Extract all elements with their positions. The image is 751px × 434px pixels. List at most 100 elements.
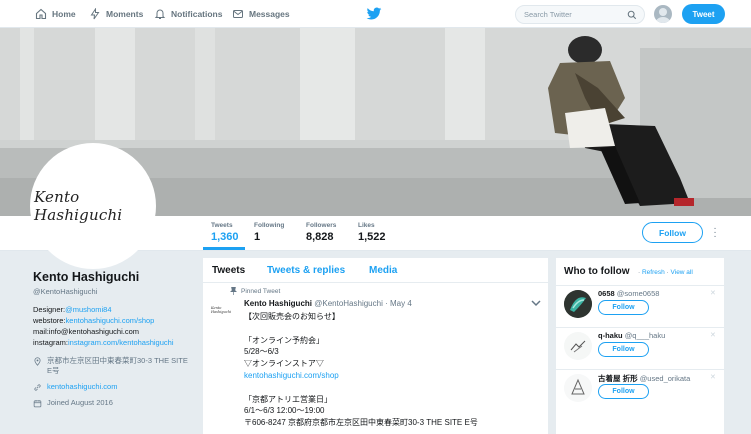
stat-value: 8,828: [306, 231, 334, 243]
tweet-line: 「オンライン予約会」: [244, 335, 324, 345]
suggestion-display-name: 古着屋 折形: [598, 374, 638, 383]
home-icon: [35, 8, 47, 20]
suggestion-follow-button[interactable]: Follow: [598, 300, 649, 315]
pinned-label: Pinned Tweet: [241, 288, 281, 295]
tab-media[interactable]: Media: [369, 265, 397, 276]
tweet-line: 6/1〜6/3 12:00〜19:00: [244, 406, 325, 416]
suggestion-handle: @some0658: [616, 289, 660, 298]
tweet-link[interactable]: kentohashiguchi.com/shop: [244, 371, 339, 380]
refresh-link[interactable]: Refresh: [642, 269, 665, 276]
bio-designer-link[interactable]: @mushomi84: [65, 305, 111, 314]
nav-notifications-label: Notifications: [171, 9, 223, 19]
nav-home[interactable]: Home: [35, 0, 76, 28]
location-text: 京都市左京区田中東春菜町30-3 THE SITE E号: [47, 356, 188, 375]
nav-messages[interactable]: Messages: [232, 0, 290, 28]
timeline-tabs: Tweets Tweets & replies Media: [203, 258, 548, 283]
stat-value: 1,522: [358, 231, 386, 243]
profile-avatar-text: Kento Hashiguchi: [34, 188, 123, 224]
suggestion-name[interactable]: 古着屋 折形 @used_orikata: [598, 373, 690, 384]
profile-card: Kento Hashiguchi @KentoHashiguchi Design…: [33, 270, 193, 408]
suggestion-item: 0658 @some0658 Follow ✕: [556, 285, 724, 327]
suggestion-follow-button[interactable]: Follow: [598, 384, 649, 399]
suggestion-item: q-haku @q___haku Follow ✕: [556, 327, 724, 369]
timeline: Tweets Tweets & replies Media Pinned Twe…: [203, 258, 548, 434]
tweet-avatar[interactable]: Kento Hashiguchi: [211, 306, 239, 316]
bell-icon: [154, 9, 166, 19]
calendar-icon: [33, 400, 42, 408]
bio-mail-prefix: mail:: [33, 327, 49, 336]
who-to-follow-title: Who to follow: [564, 266, 630, 277]
tweet-header: Kento Hashiguchi @KentoHashiguchi · May …: [244, 299, 412, 308]
tab-tweets[interactable]: Tweets: [212, 265, 245, 276]
nav-messages-label: Messages: [249, 9, 290, 19]
pin-icon: [230, 287, 237, 295]
active-stat-indicator: [203, 247, 245, 250]
joined-text: Joined August 2016: [47, 398, 113, 407]
suggestion-avatar[interactable]: [564, 290, 592, 318]
tweet-line: 〒606-8247 京都府京都市左京区田中東春菜町30-3 THE SITE E…: [244, 418, 478, 428]
search-input[interactable]: Search Twitter: [515, 5, 645, 24]
profile-name[interactable]: Kento Hashiguchi: [33, 270, 193, 284]
stat-label: Following: [254, 222, 285, 229]
who-to-follow-links: · Refresh · View all: [638, 269, 693, 276]
suggestion-avatar[interactable]: [564, 374, 592, 402]
dismiss-icon[interactable]: ✕: [710, 373, 716, 381]
suggestion-item: 古着屋 折形 @used_orikata Follow ✕: [556, 369, 724, 411]
nav-moments-label: Moments: [106, 9, 144, 19]
profile-avatar[interactable]: Kento Hashiguchi: [30, 143, 156, 269]
suggestion-handle: @used_orikata: [639, 374, 691, 383]
stat-followers[interactable]: Followers 8,828: [306, 222, 336, 243]
stat-tweets[interactable]: Tweets 1,360: [211, 222, 239, 243]
more-options-icon[interactable]: · · ·: [712, 224, 718, 242]
stat-value: 1: [254, 231, 261, 243]
compose-tweet-button[interactable]: Tweet: [682, 4, 725, 24]
tweet-line: 【次回販売会のお知らせ】: [244, 312, 340, 321]
chevron-down-icon[interactable]: [531, 300, 541, 307]
suggestion-avatar-image: [564, 332, 592, 360]
tweet-line: ▽オンラインストア▽: [244, 359, 324, 369]
website-link[interactable]: kentohashiguchi.com: [47, 382, 117, 392]
tweet-text: 【次回販売会のお知らせ】 「オンライン予約会」 5/28〜6/3 ▽オンラインス…: [244, 311, 534, 429]
suggestion-follow-button[interactable]: Follow: [598, 342, 649, 357]
suggestion-display-name: q-haku: [598, 331, 623, 340]
tweet-separator: ·: [385, 299, 388, 308]
user-avatar[interactable]: [654, 5, 672, 23]
bio-webstore-prefix: webstore:: [33, 316, 66, 325]
search-icon[interactable]: [627, 10, 637, 20]
bio-designer-prefix: Designer:: [33, 305, 66, 314]
search-placeholder: Search Twitter: [524, 10, 572, 19]
suggestion-name[interactable]: 0658 @some0658: [598, 289, 659, 298]
profile-handle[interactable]: @KentoHashiguchi: [33, 287, 193, 296]
tweet-date[interactable]: May 4: [390, 299, 412, 308]
follow-button[interactable]: Follow: [642, 222, 703, 243]
stat-label: Tweets: [211, 222, 233, 229]
suggestion-handle: @q___haku: [624, 331, 666, 340]
stat-label: Followers: [306, 222, 337, 229]
dismiss-icon[interactable]: ✕: [710, 289, 716, 297]
stat-following[interactable]: Following 1: [254, 222, 284, 243]
tweet-author-handle[interactable]: @KentoHashiguchi: [314, 299, 383, 308]
bio-instagram-link[interactable]: instagram.com/kentohashiguchi: [68, 338, 173, 347]
dismiss-icon[interactable]: ✕: [710, 331, 716, 339]
suggestion-avatar[interactable]: [564, 332, 592, 360]
stat-likes[interactable]: Likes 1,522: [358, 222, 386, 243]
bio-instagram-prefix: instagram:: [33, 338, 69, 347]
tweet-line: [244, 323, 534, 335]
stat-label: Likes: [358, 222, 375, 229]
suggestion-name[interactable]: q-haku @q___haku: [598, 331, 665, 340]
tweet-line: 「京都アトリエ営業日」: [244, 394, 332, 404]
nav-moments[interactable]: Moments: [89, 0, 143, 28]
nav-notifications[interactable]: Notifications: [154, 0, 222, 28]
profile-bio: Designer:@mushomi84 webstore:kentohashig…: [33, 304, 193, 348]
twitter-bird-icon[interactable]: [366, 7, 382, 21]
tab-tweets-replies[interactable]: Tweets & replies: [267, 265, 345, 276]
view-all-link[interactable]: View all: [671, 269, 693, 276]
tweet-line: [244, 382, 534, 394]
bio-webstore-link[interactable]: kentohashiguchi.com/shop: [66, 316, 155, 325]
profile-location: 京都市左京区田中東春菜町30-3 THE SITE E号: [33, 356, 193, 376]
who-to-follow: Who to follow · Refresh · View all 0658 …: [556, 258, 724, 434]
tweet-author-name[interactable]: Kento Hashiguchi: [244, 299, 312, 308]
tweet-line: 5/28〜6/3: [244, 347, 279, 357]
suggestion-avatar-image: [564, 374, 592, 402]
stat-value: 1,360: [211, 231, 239, 243]
